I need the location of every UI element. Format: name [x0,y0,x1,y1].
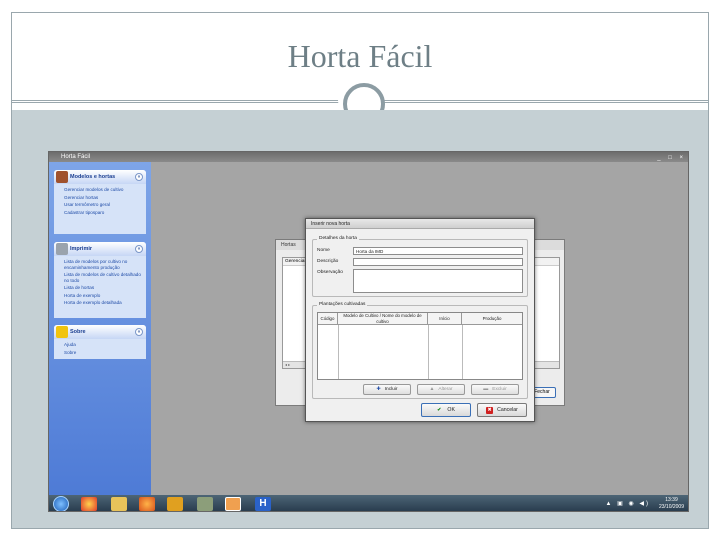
panel-modelos-hortas: Modelos e hortas « Gerenciar modelos de … [54,170,146,234]
edit-icon: ▲ [429,386,435,392]
panel-imprimir: Imprimir « Lista de modelos por cultivo … [54,242,146,318]
nome-input[interactable]: Horta da IMD [353,247,523,255]
printer-icon [56,243,68,255]
checkmark-icon: ✔ [437,407,442,413]
plantings-group: Plantações cultivadas Código Modelo de C… [312,302,528,399]
clock-time: 13:39 [665,497,678,503]
collapse-chevron-icon[interactable]: « [135,328,143,336]
window-controls[interactable]: _ □ × [657,153,686,163]
observacao-label: Observação [317,270,343,275]
excluir-label: Excluir [492,387,507,392]
panel-link-sobre[interactable]: Sobre [54,349,146,357]
panel-link[interactable]: Lista de hortas [54,284,146,292]
column-header-codigo[interactable]: Código [318,313,338,325]
panel-link[interactable]: Gerenciar hortas [54,194,146,202]
plantings-table[interactable]: Código Modelo de Cultivo / Nome do model… [317,312,523,380]
system-tray-icons[interactable]: ▲ ▣ ◉ ◀) [606,500,650,507]
cancelar-label: Cancelar [497,407,518,413]
column-header-producao[interactable]: Produção [462,313,522,325]
minus-icon: ▬ [483,386,489,392]
tools-icon[interactable] [197,497,213,511]
ok-button[interactable]: ✔ OK [421,403,471,417]
slide-title: Horta Fácil [287,38,433,74]
windows-taskbar: H ▲ ▣ ◉ ◀) 13:39 23/10/2009 [49,495,688,511]
panel-link-ajuda[interactable]: Ajuda [54,341,146,349]
panel-header[interactable]: Imprimir « [54,242,146,256]
nome-label: Nome [317,248,330,253]
panel-link[interactable]: Horta de exemplo detalhada [54,299,146,307]
alterar-label: Alterar [438,387,453,392]
panel-link[interactable]: Gerenciar modelos de cultivo [54,186,146,194]
plantings-group-label: Plantações cultivadas [317,302,368,307]
panel-link[interactable]: Lista de modelos por cultivo no encaminh… [54,258,146,271]
details-group: Detalhes da horta Nome Horta da IMD Desc… [312,236,528,297]
panel-link[interactable]: Lista de modelos de cultivo detalhado no… [54,271,146,284]
panel-header[interactable]: Modelos e hortas « [54,170,146,184]
folder-icon[interactable] [111,497,127,511]
column-divider [428,325,429,379]
insert-horta-dialog: Inserir nova horta Detalhes da horta Nom… [305,218,535,422]
column-header-modelo[interactable]: Modelo de Cultivo / Nome do modelo de cu… [338,313,428,325]
descricao-input[interactable] [353,258,523,266]
collapse-chevron-icon[interactable]: « [135,173,143,181]
incluir-label: Incluir [384,387,398,392]
column-divider [462,325,463,379]
panel-sobre: Sobre « Ajuda Sobre [54,325,146,359]
cancel-x-icon: ✖ [486,407,494,414]
collapse-chevron-icon[interactable]: « [135,245,143,253]
alterar-button[interactable]: ▲ Alterar [417,384,465,395]
incluir-button[interactable]: ✚ Incluir [363,384,411,395]
app-titlebar: Horta Fácil _ □ × [49,152,688,162]
media-player-icon[interactable] [167,497,183,511]
office-icon[interactable] [225,497,241,511]
excluir-button[interactable]: ▬ Excluir [471,384,519,395]
plus-icon: ✚ [376,386,381,392]
info-icon [56,326,68,338]
panel-link[interactable]: Cadastrar tiposparo [54,209,146,217]
application-screenshot: Horta Fácil _ □ × Modelos e hortas « Ger… [48,151,689,512]
taskbar-clock[interactable]: 13:39 23/10/2009 [659,497,684,511]
app-window-title: Horta Fácil [61,154,91,160]
panel-link[interactable]: Horta de exemplo [54,292,146,300]
panel-link[interactable]: Usar termômetro geral [54,201,146,209]
panel-header[interactable]: Sobre « [54,325,146,339]
observacao-textarea[interactable] [353,269,523,293]
column-header-inicio[interactable]: Início [428,313,462,325]
chrome-icon[interactable] [81,497,97,511]
panel-header-label: Imprimir [70,246,93,252]
panel-header-label: Modelos e hortas [70,174,116,180]
horta-facil-app-icon[interactable]: H [255,497,271,511]
clock-date: 23/10/2009 [658,504,684,510]
ok-label: OK [447,407,455,413]
task-side-pane: Modelos e hortas « Gerenciar modelos de … [49,162,151,495]
firefox-icon[interactable] [139,497,155,511]
start-button[interactable] [53,496,69,511]
column-divider [338,325,339,379]
descricao-label: Descrição [317,259,339,264]
details-group-label: Detalhes da horta [317,236,359,241]
panel-header-label: Sobre [70,329,86,335]
garden-tools-icon [56,171,68,183]
cancelar-button[interactable]: ✖ Cancelar [477,403,527,417]
dialog-title: Inserir nova horta [306,219,534,229]
